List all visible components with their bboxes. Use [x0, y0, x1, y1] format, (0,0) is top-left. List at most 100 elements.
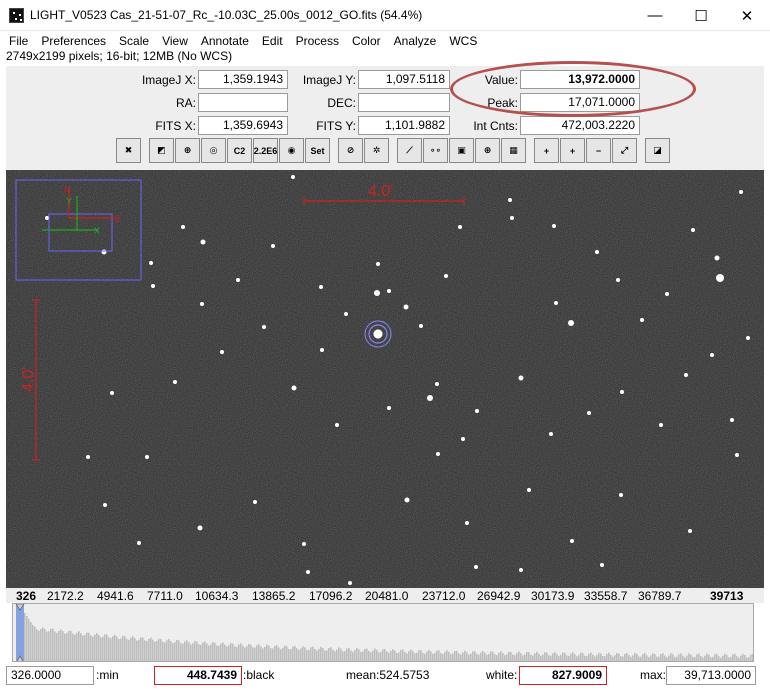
- star: [739, 190, 743, 194]
- set-aperture-icon[interactable]: Set: [305, 138, 330, 163]
- white-field[interactable]: 827.9009: [519, 666, 607, 685]
- star: [344, 312, 348, 316]
- zoom-out-icon[interactable]: −: [586, 138, 611, 163]
- star: [173, 380, 177, 384]
- zoom-in-fine-icon[interactable]: +: [560, 138, 585, 163]
- histogram-scale-label: 4941.6: [97, 589, 134, 603]
- contrast-icon[interactable]: ◪: [645, 138, 670, 163]
- menu-edit[interactable]: Edit: [262, 34, 283, 48]
- vertical-scale-label: 4.0': [20, 367, 37, 392]
- star: [291, 385, 297, 391]
- menu-color[interactable]: Color: [352, 34, 381, 48]
- star: [200, 239, 206, 245]
- fits-x-field[interactable]: 1,359.6943: [198, 116, 288, 135]
- imagej-y-label: ImageJ Y:: [302, 73, 356, 87]
- star: [236, 278, 240, 282]
- star: [110, 391, 114, 395]
- star: [461, 437, 465, 441]
- menu-annotate[interactable]: Annotate: [201, 34, 249, 48]
- star: [691, 228, 695, 232]
- max-field[interactable]: 39,713.0000: [666, 666, 756, 685]
- histogram-scale: 326 2172.2 4941.6 7711.0 10634.3 13865.2 17096…: [6, 588, 764, 603]
- compare-stars-icon[interactable]: ∘∘: [423, 138, 448, 163]
- star: [746, 336, 750, 340]
- fits-y-field[interactable]: 1,101.9882: [358, 116, 450, 135]
- measure-line-icon[interactable]: ⟋: [397, 138, 422, 163]
- image-display[interactable]: 4.0' 4.0' N E Y X: [6, 170, 764, 588]
- menu-scale[interactable]: Scale: [119, 34, 149, 48]
- maximize-button[interactable]: ☐: [678, 0, 724, 31]
- star: [86, 455, 90, 459]
- int-cnts-field[interactable]: 472,003.2220: [520, 116, 640, 135]
- histogram[interactable]: [12, 603, 754, 662]
- crosshair-icon[interactable]: ⊕: [475, 138, 500, 163]
- minimize-button[interactable]: —: [632, 0, 678, 31]
- star: [619, 493, 623, 497]
- image-info: 2749x2199 pixels; 16-bit; 12MB (No WCS): [6, 49, 233, 63]
- menu-file[interactable]: File: [9, 34, 28, 48]
- star: [730, 418, 734, 422]
- star: [374, 290, 380, 296]
- no-aperture-icon[interactable]: ⊘: [338, 138, 363, 163]
- histogram-scale-label: 7711.0: [147, 589, 183, 603]
- star: [519, 568, 523, 572]
- clear-overlay-icon[interactable]: ✖: [116, 138, 141, 163]
- zoom-fit-icon[interactable]: ⤢: [612, 138, 637, 163]
- star: [510, 216, 514, 220]
- ra-field[interactable]: [198, 93, 288, 112]
- imagej-x-field[interactable]: 1,359.1943: [198, 70, 288, 89]
- star: [436, 452, 440, 456]
- star-field: 4.0' 4.0' N E Y X: [6, 170, 764, 588]
- star: [640, 318, 644, 322]
- imagej-y-field[interactable]: 1,097.5118: [358, 70, 450, 89]
- histogram-scale-label: 20481.0: [365, 589, 409, 603]
- star: [419, 324, 423, 328]
- stack-icon[interactable]: ▣: [449, 138, 474, 163]
- multi-aperture-icon[interactable]: ✲: [364, 138, 389, 163]
- menu-analyze[interactable]: Analyze: [394, 34, 437, 48]
- star: [458, 225, 462, 229]
- star: [220, 350, 224, 354]
- ra-label: RA:: [175, 96, 196, 110]
- star: [716, 274, 724, 282]
- star: [444, 274, 448, 278]
- min-field[interactable]: 326.0000: [6, 666, 94, 685]
- star: [554, 301, 558, 305]
- star: [684, 373, 688, 377]
- menu-wcs[interactable]: WCS: [449, 34, 477, 48]
- star: [688, 529, 692, 533]
- star: [348, 581, 352, 585]
- histogram-scale-label: 23712.0: [422, 589, 466, 603]
- fits-x-label: FITS X:: [155, 119, 196, 133]
- star: [714, 255, 720, 261]
- compass-e-label: E: [115, 214, 121, 224]
- centroid-c2-icon[interactable]: C2: [227, 138, 252, 163]
- star: [735, 453, 739, 457]
- target-aperture[interactable]: [364, 320, 392, 348]
- aperture-ring-icon[interactable]: ◉: [279, 138, 304, 163]
- star: [552, 224, 556, 228]
- table-icon[interactable]: ▦: [501, 138, 526, 163]
- menu-preferences[interactable]: Preferences: [41, 34, 106, 48]
- invert-icon[interactable]: ◩: [149, 138, 174, 163]
- aperture-icon[interactable]: ◎: [201, 138, 226, 163]
- close-button[interactable]: ✕: [724, 0, 770, 31]
- zoom-in-icon[interactable]: +: [534, 138, 559, 163]
- title-bar: LIGHT_V0523 Cas_21-51-07_Rc_-10.03C_25.0…: [0, 0, 770, 31]
- black-field[interactable]: 448.7439: [154, 666, 242, 685]
- star: [151, 284, 155, 288]
- star: [587, 411, 591, 415]
- black-label: :black: [243, 668, 275, 682]
- black-level-marker[interactable]: [16, 604, 24, 662]
- name-star-icon[interactable]: ⊕: [175, 138, 200, 163]
- star: [262, 325, 266, 329]
- menu-view[interactable]: View: [162, 34, 188, 48]
- menu-process[interactable]: Process: [296, 34, 339, 48]
- star: [616, 278, 620, 282]
- star: [320, 348, 324, 352]
- dec-field[interactable]: [358, 93, 450, 112]
- mean-value: mean:524.5753: [346, 668, 430, 682]
- star: [475, 409, 479, 413]
- histogram-scale-label: 326: [16, 589, 37, 603]
- aperture-2-2e6-icon[interactable]: 2.2E6: [253, 138, 278, 163]
